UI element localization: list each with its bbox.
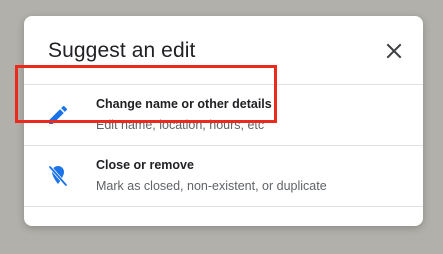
close-button[interactable] xyxy=(383,40,405,62)
option-change-details[interactable]: Change name or other details Edit name, … xyxy=(24,85,423,145)
option-description: Edit name, location, hours, etc xyxy=(96,118,265,132)
option-label: Close or remove xyxy=(96,158,194,172)
option-label: Change name or other details xyxy=(96,97,272,111)
option-close-remove[interactable]: Close or remove Mark as closed, non-exis… xyxy=(24,146,423,206)
option-description: Mark as closed, non-existent, or duplica… xyxy=(96,179,327,193)
close-icon xyxy=(386,43,402,59)
location-off-icon xyxy=(48,165,68,187)
pencil-icon xyxy=(49,105,68,124)
dialog-title: Suggest an edit xyxy=(48,39,196,62)
divider xyxy=(24,206,423,207)
dialog-header: Suggest an edit xyxy=(24,16,423,86)
suggest-edit-dialog: Suggest an edit Change name or other det… xyxy=(24,16,423,226)
